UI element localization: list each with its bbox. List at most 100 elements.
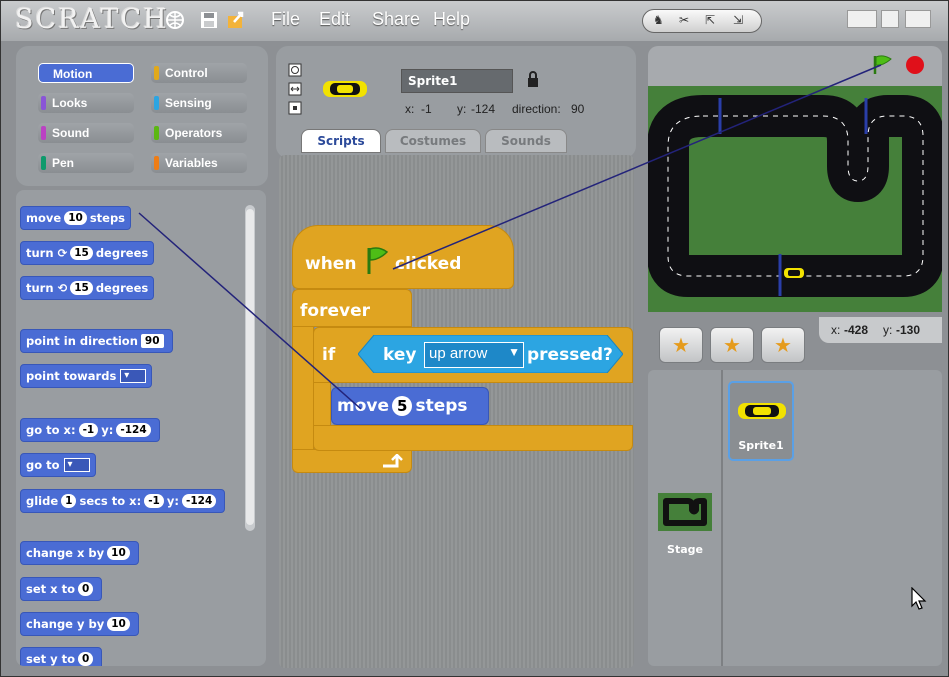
when-flag-clicked-hat-block[interactable]: when clicked (292, 225, 514, 289)
set-y-block[interactable]: set y to 0 (20, 647, 103, 666)
secs-input[interactable]: 1 (61, 494, 77, 508)
block-text: pressed? (527, 345, 613, 365)
category-variables[interactable]: Variables (151, 153, 247, 173)
normal-stage-view-button[interactable] (881, 10, 899, 28)
block-text: turn (26, 246, 54, 260)
go-to-block[interactable]: go to ▾ (20, 453, 96, 477)
save-icon[interactable] (199, 10, 219, 30)
change-y-input[interactable]: 10 (107, 617, 130, 631)
block-text: glide (26, 494, 59, 508)
go-to-xy-block[interactable]: go to x: -1 y: -124 (20, 418, 160, 442)
set-x-block[interactable]: set x to 0 (20, 577, 103, 601)
stop-button-icon[interactable] (905, 55, 925, 75)
y-input[interactable]: -124 (116, 423, 151, 437)
sprite-x-value: -1 (421, 102, 432, 116)
direction-dropdown[interactable]: 90 (140, 334, 164, 348)
menu-edit[interactable]: Edit (319, 9, 350, 30)
green-flag-button-icon[interactable] (871, 54, 895, 76)
category-operators[interactable]: Operators (151, 123, 247, 143)
category-label: Control (165, 66, 208, 80)
block-text: go to x: (26, 423, 76, 437)
block-text: go to (26, 458, 60, 472)
key-dropdown[interactable]: up arrow ▼ (424, 342, 524, 368)
choose-new-sprite-button[interactable]: ★ (710, 327, 754, 363)
duplicate-tool-icon[interactable]: ♞ (653, 13, 664, 27)
sprite-list-divider (721, 370, 723, 666)
x-input[interactable]: -1 (144, 494, 164, 508)
block-text: set x to (26, 582, 75, 596)
sprite-direction-label: direction: (512, 102, 561, 116)
turn-counterclockwise-block[interactable]: turn ⟲ 15 degrees (20, 276, 155, 300)
chevron-down-icon: ▼ (508, 345, 520, 359)
rotation-style-icons[interactable] (288, 63, 302, 115)
palette-scroll-thumb[interactable] (246, 209, 254, 525)
block-text: degrees (95, 281, 149, 295)
category-sensing[interactable]: Sensing (151, 93, 247, 113)
stage[interactable] (648, 86, 942, 312)
loop-arrow-icon (383, 454, 403, 468)
shrink-tool-icon[interactable]: ⇲ (733, 13, 743, 27)
if-block-arm (313, 383, 331, 427)
menu-share[interactable]: Share (372, 9, 420, 30)
surprise-sprite-button[interactable]: ★ (761, 327, 805, 363)
lock-icon[interactable] (527, 70, 539, 88)
category-motion[interactable]: Motion (38, 63, 134, 83)
glide-block[interactable]: glide 1 secs to x: -1 y: -124 (20, 489, 226, 513)
category-pen[interactable]: Pen (38, 153, 134, 173)
move-steps-input[interactable]: 5 (392, 396, 413, 416)
forever-block-arm (292, 327, 314, 451)
car-sprite-image (738, 403, 786, 419)
sprite-name-field[interactable]: Sprite1 (401, 69, 513, 93)
mouse-x-label: x: (831, 323, 841, 337)
turn-clockwise-block[interactable]: turn ⟳ 15 degrees (20, 241, 155, 265)
menu-file[interactable]: File (271, 9, 300, 30)
sprite1-thumbnail[interactable]: Sprite1 (728, 381, 794, 461)
move-steps-script-block[interactable]: move 5 steps (331, 387, 489, 425)
block-text: key (383, 345, 417, 365)
point-in-direction-block[interactable]: point in direction 90 (20, 329, 173, 353)
mouse-y-label: y: (883, 323, 893, 337)
go-to-dropdown[interactable]: ▾ (63, 458, 90, 472)
mouse-cursor-icon (911, 587, 927, 610)
mouse-coordinates: x: -428 y: -130 (819, 317, 942, 343)
green-flag-icon (367, 247, 389, 274)
change-x-block[interactable]: change x by 10 (20, 541, 139, 565)
steps-input[interactable]: 10 (64, 211, 87, 225)
share-icon[interactable] (226, 10, 246, 30)
block-text: change y by (26, 617, 105, 631)
move-steps-block[interactable]: move 10 steps (20, 206, 132, 230)
category-label: Sound (52, 126, 90, 140)
palette-scrollbar[interactable] (245, 205, 255, 531)
category-sound[interactable]: Sound (38, 123, 134, 143)
if-block-bottom (313, 425, 633, 451)
delete-tool-icon[interactable]: ✂ (679, 13, 689, 27)
globe-icon[interactable] (165, 10, 185, 30)
tab-sounds[interactable]: Sounds (485, 129, 567, 153)
presentation-mode-button[interactable] (905, 10, 931, 28)
category-control[interactable]: Control (151, 63, 247, 83)
category-looks[interactable]: Looks (38, 93, 134, 113)
category-label: Sensing (165, 96, 212, 110)
block-text: y: (166, 494, 179, 508)
menu-help[interactable]: Help (433, 9, 470, 30)
towards-dropdown[interactable]: ▾ (120, 369, 147, 383)
forever-block[interactable]: forever (292, 289, 412, 327)
set-x-input[interactable]: 0 (77, 582, 94, 596)
grow-tool-icon[interactable]: ⇱ (705, 13, 715, 27)
change-y-block[interactable]: change y by 10 (20, 612, 139, 636)
degrees-input[interactable]: 15 (70, 246, 93, 260)
tab-costumes[interactable]: Costumes (385, 129, 481, 153)
tab-scripts[interactable]: Scripts (301, 129, 381, 153)
set-y-input[interactable]: 0 (78, 652, 94, 666)
x-input[interactable]: -1 (78, 423, 99, 437)
block-text: if (322, 345, 336, 365)
y-input[interactable]: -124 (181, 494, 217, 508)
sprite-y-label: y: (457, 102, 467, 116)
paint-new-sprite-button[interactable]: ★ (659, 327, 703, 363)
stage-thumbnail[interactable]: Stage (654, 491, 716, 561)
small-stage-view-button[interactable] (847, 10, 877, 28)
degrees-input[interactable]: 15 (70, 281, 93, 295)
block-text: change x by (26, 546, 105, 560)
point-towards-block[interactable]: point towards ▾ (20, 364, 153, 388)
change-x-input[interactable]: 10 (107, 546, 130, 560)
